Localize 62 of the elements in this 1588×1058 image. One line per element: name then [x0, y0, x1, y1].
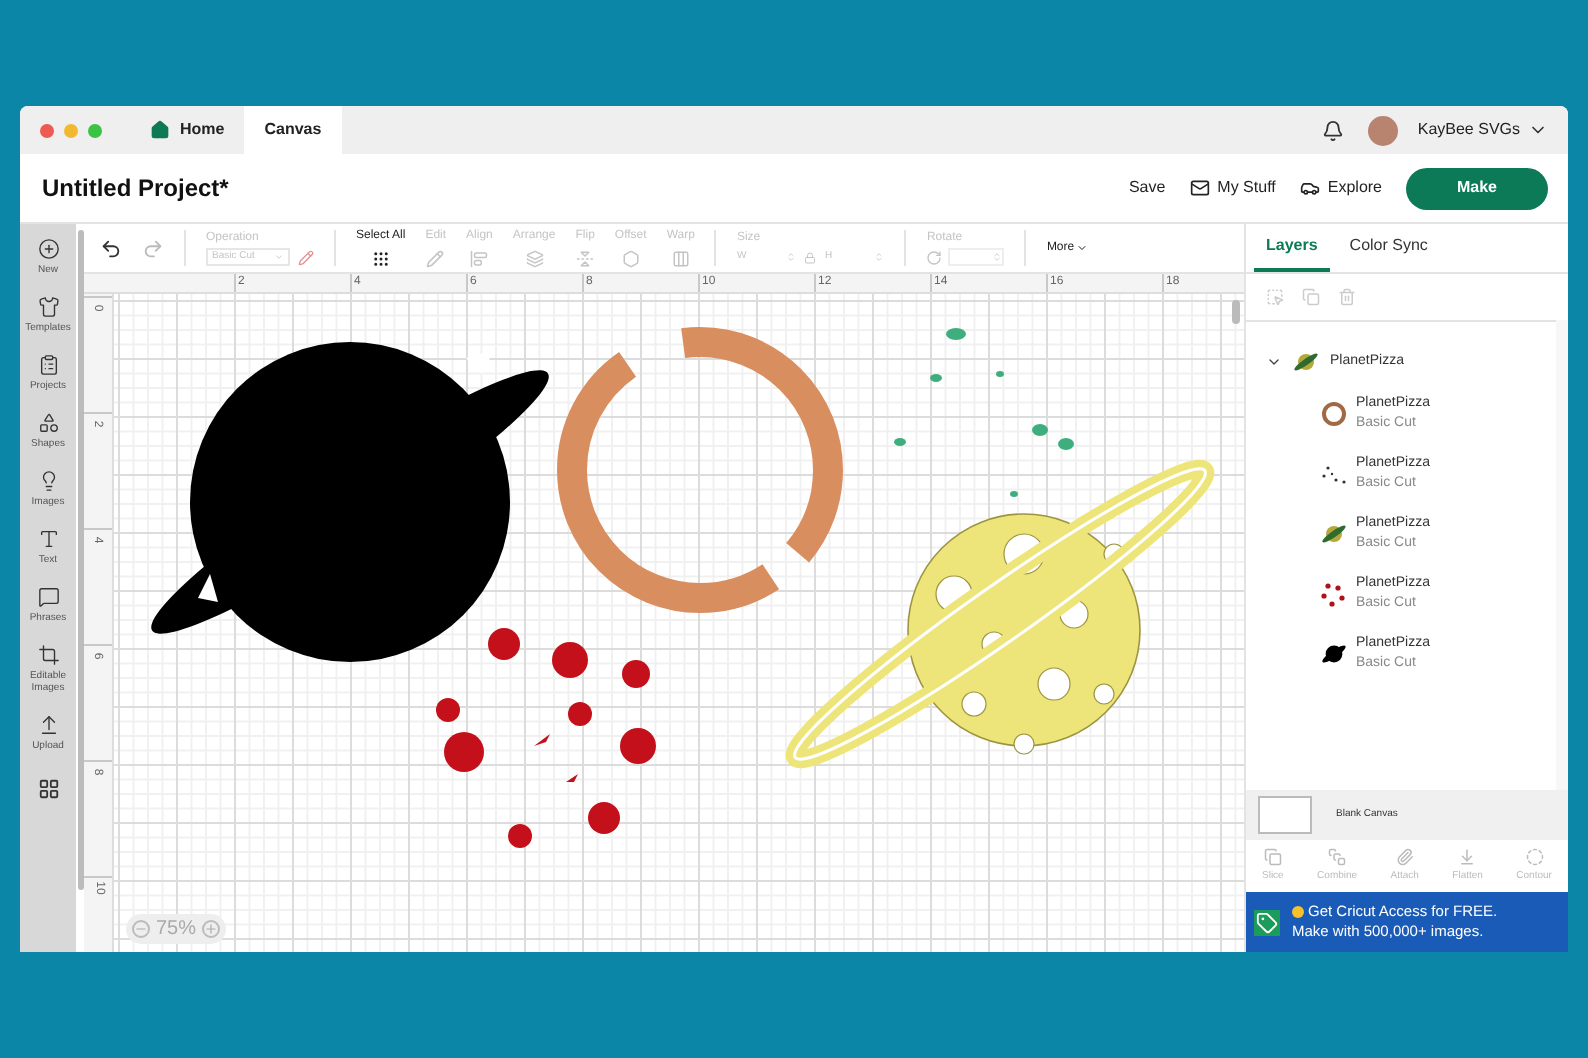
stepper-icon [874, 252, 885, 262]
upload-icon [37, 714, 59, 736]
notification-icon[interactable] [1321, 119, 1344, 141]
shapes-icon [37, 412, 59, 434]
speech-bubble-icon [37, 586, 59, 608]
specks-icon [1320, 464, 1348, 484]
zoom-in-icon[interactable] [202, 920, 221, 938]
dotted-grid-icon [371, 250, 390, 268]
grid-icon[interactable] [37, 778, 59, 800]
planet-silhouette-icon [1320, 642, 1348, 666]
header-link[interactable]: Explore [1299, 176, 1382, 200]
stack-icon [1328, 847, 1347, 866]
planet-icon [1292, 350, 1320, 374]
stepper-icon [992, 252, 1003, 262]
duplicate-icon[interactable] [1302, 288, 1320, 306]
project-title: Untitled Project* [40, 172, 229, 206]
header-link[interactable]: My Stuff [1189, 176, 1276, 200]
paperclip-icon [1395, 847, 1414, 866]
stepper-icon [786, 252, 797, 262]
redo-icon[interactable] [142, 237, 164, 259]
align-icon [470, 250, 489, 268]
window-tab[interactable]: Home [130, 106, 245, 154]
rotate-icon [926, 249, 943, 265]
rotate-field[interactable] [948, 248, 1005, 266]
zoom-out-icon[interactable] [132, 920, 150, 938]
ring-icon [1320, 400, 1348, 428]
columns-icon [671, 250, 690, 268]
shirt-icon [37, 296, 59, 318]
zoom-level: 75% [156, 916, 197, 944]
panel-tab[interactable]: Color Sync [1337, 224, 1440, 272]
window-tab[interactable]: Canvas [244, 106, 342, 154]
planet-icon [1320, 522, 1348, 546]
blank-canvas-swatch[interactable] [1258, 796, 1312, 834]
lightbulb-icon [37, 470, 59, 492]
make-button[interactable]: Make [1406, 167, 1548, 209]
caret-icon [274, 252, 284, 262]
header-link[interactable]: Save [1128, 176, 1166, 200]
hexagon-icon [621, 250, 640, 268]
ungroup-icon[interactable] [1266, 288, 1284, 306]
download-icon [1458, 847, 1477, 866]
dashed-circle-icon [1525, 847, 1544, 866]
tag-icon [1254, 909, 1280, 935]
crop-icon [37, 644, 59, 666]
car-icon [1299, 178, 1320, 198]
layers-icon [525, 250, 544, 268]
plus-circle-icon [37, 238, 59, 260]
dots-icon [1320, 580, 1348, 608]
delete-icon[interactable] [1338, 288, 1356, 306]
lock-icon[interactable] [804, 251, 817, 263]
caret-icon [1076, 242, 1089, 254]
account-name[interactable]: KayBee SVGs [1417, 118, 1520, 142]
avatar[interactable] [1367, 115, 1398, 145]
copy-icon [1263, 847, 1282, 866]
pen-icon[interactable] [298, 249, 314, 265]
undo-icon[interactable] [100, 237, 122, 259]
chevron-icon[interactable] [1266, 354, 1282, 370]
pencil-icon [426, 250, 445, 268]
flip-icon [576, 250, 595, 268]
envelope-icon [1189, 178, 1210, 198]
clipboard-icon [37, 354, 59, 376]
letter-t-icon [37, 528, 59, 550]
home-icon [150, 120, 170, 140]
